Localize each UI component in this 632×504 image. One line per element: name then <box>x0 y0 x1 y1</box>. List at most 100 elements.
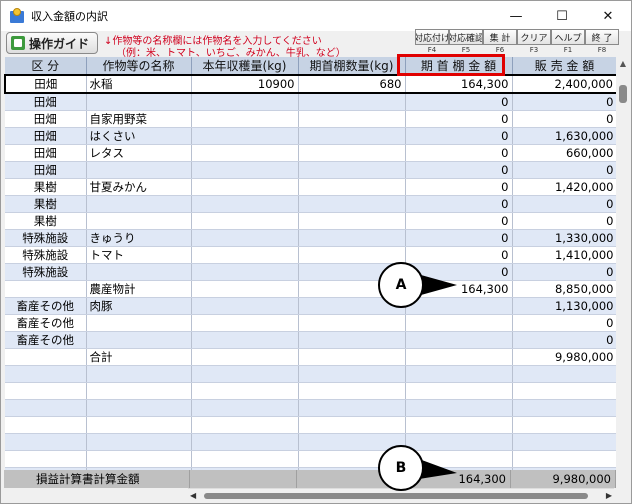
category-cell[interactable]: 特殊施設 <box>5 263 87 281</box>
harvest-qty-cell[interactable] <box>191 212 299 230</box>
operation-guide-button[interactable]: 操作ガイド <box>6 32 98 54</box>
opening-amount-cell[interactable] <box>405 399 513 417</box>
table-row[interactable]: 合計 9,980,000 <box>5 348 618 366</box>
scroll-thumb[interactable] <box>619 85 627 103</box>
total-button[interactable]: 集 計 <box>483 29 517 45</box>
opening-amount-cell[interactable] <box>405 382 513 400</box>
harvest-qty-cell[interactable] <box>191 229 299 247</box>
maximize-button[interactable]: ☐ <box>539 1 585 31</box>
crop-name-cell[interactable]: 自家用野菜 <box>86 110 192 128</box>
opening-amount-cell[interactable]: 0 <box>405 246 513 264</box>
opening-amount-cell[interactable] <box>405 433 513 451</box>
table-row[interactable]: 果樹 0 0 <box>5 195 618 213</box>
harvest-qty-cell[interactable] <box>191 263 299 281</box>
category-cell[interactable]: 果樹 <box>5 195 87 213</box>
category-cell[interactable]: 畜産その他 <box>5 314 87 332</box>
opening-amount-cell[interactable] <box>405 348 513 366</box>
harvest-qty-cell[interactable] <box>191 433 299 451</box>
crop-name-cell[interactable]: きゅうり <box>86 229 192 247</box>
table-row[interactable]: 特殊施設 トマト 0 1,410,000 <box>5 246 618 264</box>
category-cell[interactable]: 特殊施設 <box>5 229 87 247</box>
crop-name-cell[interactable] <box>86 195 192 213</box>
opening-amount-cell[interactable]: 164,300 <box>405 74 513 94</box>
clear-button[interactable]: クリア <box>517 29 551 45</box>
crop-name-cell[interactable] <box>86 212 192 230</box>
crop-name-cell[interactable] <box>86 416 192 434</box>
table-row[interactable]: 田畑 自家用野菜 0 0 <box>5 110 618 128</box>
harvest-qty-cell[interactable]: 10900 <box>191 74 299 94</box>
opening-amount-cell[interactable]: 0 <box>405 127 513 145</box>
harvest-qty-cell[interactable] <box>191 178 299 196</box>
harvest-qty-cell[interactable] <box>191 365 299 383</box>
table-row[interactable]: 果樹 甘夏みかん 0 1,420,000 <box>5 178 618 196</box>
opening-qty-cell[interactable] <box>298 399 406 417</box>
table-row[interactable]: 田畑 0 0 <box>5 161 618 179</box>
sales-amount-cell[interactable] <box>512 433 618 451</box>
crop-name-cell[interactable]: 農産物計 <box>86 280 192 298</box>
opening-qty-cell[interactable] <box>298 93 406 111</box>
harvest-qty-cell[interactable] <box>191 297 299 315</box>
opening-qty-cell[interactable] <box>298 212 406 230</box>
crop-name-cell[interactable] <box>86 450 192 468</box>
category-cell[interactable] <box>5 399 87 417</box>
harvest-qty-cell[interactable] <box>191 195 299 213</box>
category-cell[interactable]: 果樹 <box>5 178 87 196</box>
map-button[interactable]: 対応付け <box>415 29 449 45</box>
map-check-button[interactable]: 対応確認 <box>449 29 483 45</box>
opening-qty-cell[interactable] <box>298 144 406 162</box>
category-cell[interactable] <box>5 280 87 298</box>
opening-amount-cell[interactable]: 0 <box>405 195 513 213</box>
harvest-qty-cell[interactable] <box>191 280 299 298</box>
crop-name-cell[interactable] <box>86 365 192 383</box>
category-cell[interactable] <box>5 450 87 468</box>
table-row[interactable]: 畜産その他 0 <box>5 314 618 332</box>
table-row[interactable]: 畜産その他 0 <box>5 331 618 349</box>
sales-amount-cell[interactable]: 0 <box>512 331 618 349</box>
opening-qty-cell[interactable] <box>298 229 406 247</box>
sales-amount-cell[interactable]: 1,420,000 <box>512 178 618 196</box>
opening-qty-cell[interactable] <box>298 195 406 213</box>
category-cell[interactable]: 田畑 <box>5 127 87 145</box>
crop-name-cell[interactable]: 合計 <box>86 348 192 366</box>
opening-amount-cell[interactable]: 0 <box>405 178 513 196</box>
harvest-qty-cell[interactable] <box>191 161 299 179</box>
opening-qty-cell[interactable] <box>298 416 406 434</box>
category-cell[interactable]: 特殊施設 <box>5 246 87 264</box>
sales-amount-cell[interactable]: 9,980,000 <box>512 348 618 366</box>
sales-amount-cell[interactable]: 1,130,000 <box>512 297 618 315</box>
harvest-qty-cell[interactable] <box>191 93 299 111</box>
sales-amount-cell[interactable]: 2,400,000 <box>512 74 618 94</box>
sales-amount-cell[interactable]: 0 <box>512 212 618 230</box>
crop-name-cell[interactable] <box>86 382 192 400</box>
sales-amount-cell[interactable]: 1,410,000 <box>512 246 618 264</box>
table-row[interactable]: 田畑 0 0 <box>5 93 618 111</box>
minimize-button[interactable]: — <box>493 1 539 31</box>
harvest-qty-cell[interactable] <box>191 382 299 400</box>
table-row[interactable]: 畜産その他 肉豚 1,130,000 <box>5 297 618 315</box>
category-cell[interactable]: 田畑 <box>5 144 87 162</box>
table-row[interactable] <box>5 416 618 434</box>
harvest-qty-cell[interactable] <box>191 246 299 264</box>
opening-qty-cell[interactable] <box>298 314 406 332</box>
sales-amount-cell[interactable]: 0 <box>512 93 618 111</box>
harvest-qty-cell[interactable] <box>191 348 299 366</box>
category-cell[interactable] <box>5 348 87 366</box>
crop-name-cell[interactable]: 水稲 <box>86 74 192 94</box>
close-button[interactable]: ✕ <box>585 1 631 31</box>
harvest-qty-cell[interactable] <box>191 450 299 468</box>
category-cell[interactable]: 畜産その他 <box>5 331 87 349</box>
opening-amount-cell[interactable] <box>405 365 513 383</box>
category-cell[interactable]: 果樹 <box>5 212 87 230</box>
opening-amount-cell[interactable]: 0 <box>405 161 513 179</box>
opening-qty-cell[interactable] <box>298 110 406 128</box>
sales-amount-cell[interactable]: 1,330,000 <box>512 229 618 247</box>
category-cell[interactable]: 畜産その他 <box>5 297 87 315</box>
opening-amount-cell[interactable] <box>405 297 513 315</box>
opening-qty-cell[interactable] <box>298 365 406 383</box>
sales-amount-cell[interactable] <box>512 382 618 400</box>
sales-amount-cell[interactable] <box>512 450 618 468</box>
table-row[interactable]: 田畑 レタス 0 660,000 <box>5 144 618 162</box>
crop-name-cell[interactable] <box>86 399 192 417</box>
harvest-qty-cell[interactable] <box>191 331 299 349</box>
sales-amount-cell[interactable]: 8,850,000 <box>512 280 618 298</box>
